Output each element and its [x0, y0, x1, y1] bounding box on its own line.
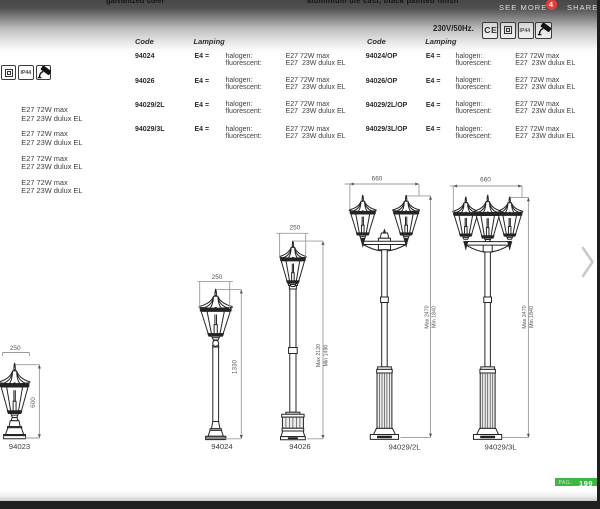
svg-text:250: 250	[10, 345, 21, 352]
svg-text:600: 600	[30, 397, 37, 408]
svg-text:Max 2120: Max 2120	[316, 344, 322, 367]
svg-text:250: 250	[212, 274, 223, 281]
svg-text:94029/3L: 94029/3L	[484, 443, 517, 452]
svg-text:94023: 94023	[9, 442, 30, 451]
svg-text:Max 2470: Max 2470	[522, 305, 528, 328]
svg-text:Min 1840: Min 1840	[529, 306, 535, 328]
svg-text:1330: 1330	[231, 359, 238, 374]
svg-text:660: 660	[480, 177, 491, 184]
svg-text:94029/2L: 94029/2L	[388, 442, 421, 451]
svg-text:Min 1490: Min 1490	[323, 345, 329, 367]
svg-text:Min 1840: Min 1840	[431, 306, 437, 328]
svg-text:660: 660	[372, 175, 383, 182]
svg-text:250: 250	[290, 224, 301, 231]
svg-text:Max 2470: Max 2470	[425, 305, 431, 328]
svg-text:94024: 94024	[211, 442, 233, 451]
svg-text:94026: 94026	[289, 442, 310, 451]
